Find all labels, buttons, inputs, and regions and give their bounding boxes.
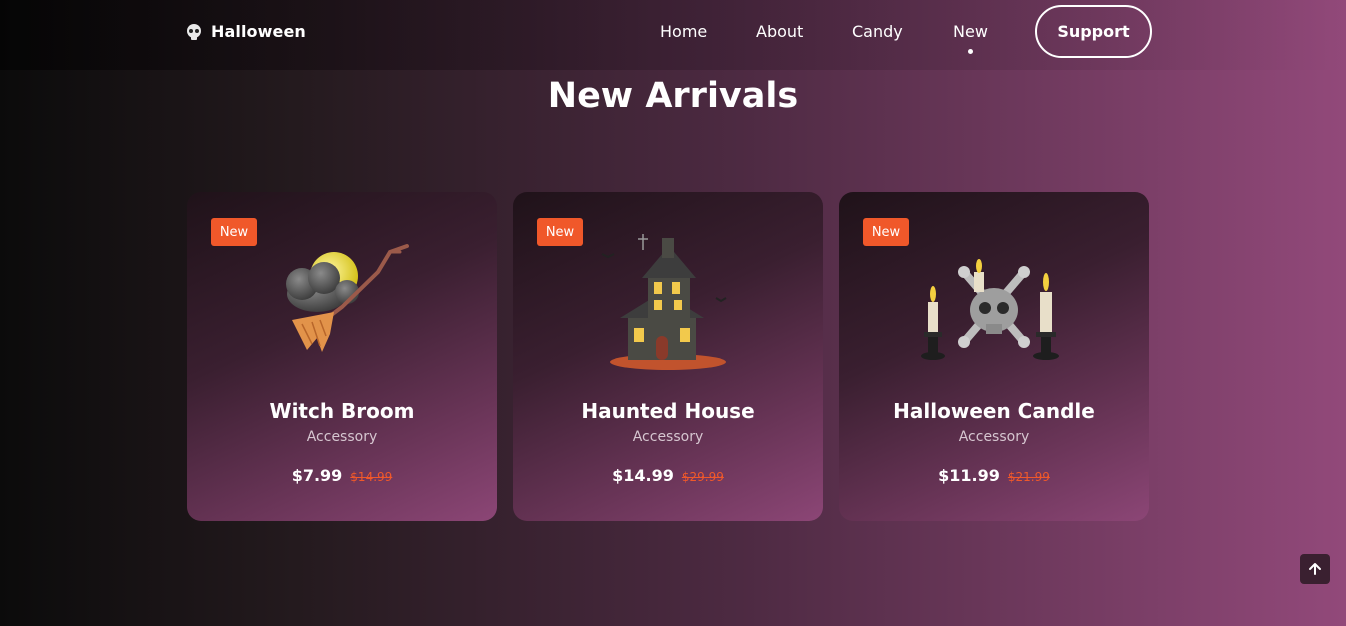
product-old-price: $14.99: [350, 470, 393, 484]
product-category: Accessory: [306, 429, 378, 445]
active-nav-indicator: [968, 49, 973, 54]
support-button[interactable]: Support: [1035, 5, 1152, 58]
product-name: Halloween Candle: [893, 399, 1095, 423]
product-price: $7.99: [291, 466, 343, 485]
site-header: Halloween Home About Candy New Support: [0, 0, 1346, 70]
product-category: Accessory: [632, 429, 704, 445]
scroll-to-top-button[interactable]: [1300, 554, 1330, 584]
section-title: New Arrivals: [547, 76, 799, 116]
new-badge: New: [211, 218, 257, 246]
new-badge: New: [537, 218, 583, 246]
product-name: Witch Broom: [269, 399, 415, 423]
arrow-up-icon: [1309, 563, 1321, 575]
price-row: $14.99 $29.99: [513, 466, 823, 485]
price-row: $11.99 $21.99: [839, 466, 1149, 485]
witch-broom-icon: [286, 244, 409, 352]
product-card[interactable]: New Haunted House Accessory $14.99 $29.9…: [513, 192, 823, 521]
nav-home[interactable]: Home: [660, 22, 707, 41]
product-card[interactable]: New Halloween Candle Accessory $11.99 $2…: [839, 192, 1149, 521]
product-price: $14.99: [612, 466, 674, 485]
nav-candy[interactable]: Candy: [852, 22, 903, 41]
product-card[interactable]: New Witch Broom Accessory $7.99 $14.99: [187, 192, 497, 521]
nav-new[interactable]: New: [953, 22, 988, 41]
halloween-candle-icon: [921, 259, 1059, 360]
product-old-price: $21.99: [1007, 470, 1050, 484]
product-price: $11.99: [938, 466, 1000, 485]
product-name: Haunted House: [581, 399, 755, 423]
haunted-house-icon: [601, 234, 727, 370]
new-badge: New: [863, 218, 909, 246]
nav-about[interactable]: About: [756, 22, 803, 41]
price-row: $7.99 $14.99: [187, 466, 497, 485]
product-old-price: $29.99: [681, 470, 724, 484]
product-category: Accessory: [958, 429, 1030, 445]
